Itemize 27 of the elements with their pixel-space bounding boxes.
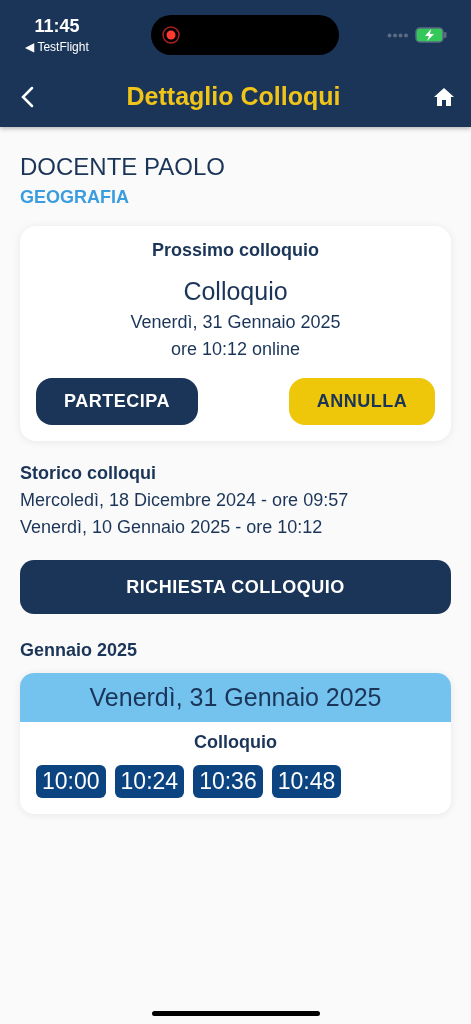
- time-slot-button[interactable]: 10:48: [271, 765, 342, 798]
- card-heading: Prossimo colloquio: [152, 240, 319, 261]
- history-heading: Storico colloqui: [20, 463, 157, 484]
- teacher-name: DOCENTE PAOLO: [20, 153, 226, 181]
- battery-charging-icon: [415, 27, 447, 43]
- month-heading: Gennaio 2025: [20, 640, 139, 661]
- history-entry: Mercoledì, 18 Dicembre 2024 - ore 09:57: [20, 490, 350, 511]
- time-slot-button[interactable]: 10:36: [193, 765, 263, 798]
- meeting-time: ore 10:12 online: [170, 339, 301, 360]
- request-meeting-button[interactable]: RICHIESTA COLLOQUIO: [20, 560, 451, 614]
- time-slot-button[interactable]: 10:24: [114, 765, 185, 798]
- meeting-date: Venerdì, 31 Gennaio 2025: [130, 312, 341, 333]
- back-to-app-link[interactable]: ◀ TestFlight: [25, 40, 89, 54]
- slot-label: Colloquio: [194, 732, 277, 753]
- day-header: Venerdì, 31 Gennaio 2025: [20, 673, 451, 722]
- cancel-button[interactable]: ANNULLA: [289, 378, 435, 425]
- subject-label: GEOGRAFIA: [20, 187, 130, 208]
- meeting-title: Colloquio: [183, 277, 288, 306]
- home-button[interactable]: [433, 86, 455, 107]
- clock-time: 11:45: [34, 16, 80, 37]
- signal-icon: [387, 32, 409, 38]
- join-button[interactable]: PARTECIPA: [36, 378, 198, 425]
- history-entry: Venerdì, 10 Gennaio 2025 - ore 10:12: [20, 517, 324, 538]
- recording-icon: [160, 25, 181, 45]
- back-button[interactable]: [20, 85, 34, 108]
- page-title: Dettaglio Colloqui: [126, 82, 341, 111]
- time-slot-button[interactable]: 10:00: [36, 765, 106, 798]
